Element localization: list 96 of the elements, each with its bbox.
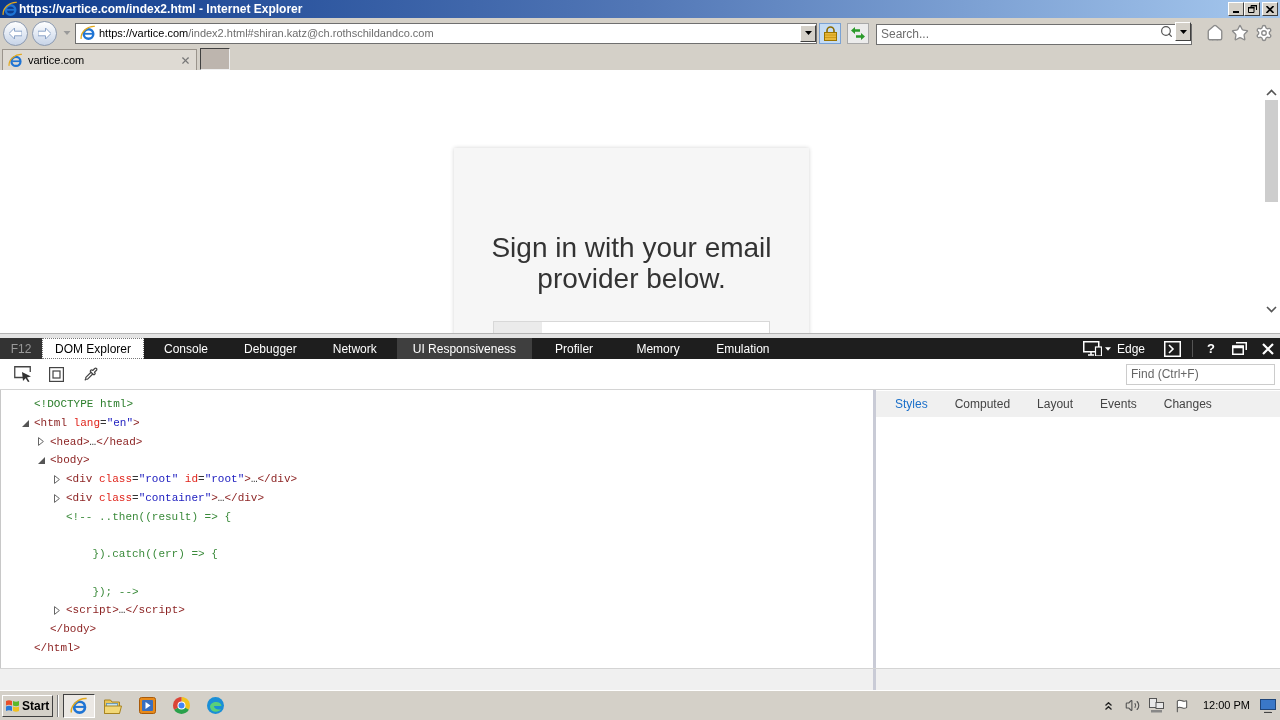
cursor-in-box-icon <box>14 366 32 382</box>
dom-node[interactable]: <div class="root" id="root">…</div> <box>66 470 298 489</box>
url-text: https://vartice.com/index2.html#shiran.katz@ch.rothschildandco.com <box>99 27 434 39</box>
dom-node[interactable]: </html> <box>34 638 81 658</box>
styles-pane-tab[interactable]: Layout <box>1037 395 1074 413</box>
show-hidden-icons-button[interactable] <box>1104 701 1112 710</box>
wave-logo-icon <box>206 697 224 714</box>
home-button[interactable] <box>1206 24 1224 42</box>
eyedropper-icon <box>84 367 98 381</box>
dom-node[interactable]: <html lang="en"> <box>34 413 140 433</box>
favorites-button[interactable] <box>1231 24 1249 42</box>
address-dropdown-button[interactable] <box>800 24 816 42</box>
styles-pane-tab[interactable]: Styles <box>895 395 928 413</box>
color-picker-button[interactable] <box>84 367 98 381</box>
caret-down-icon <box>1179 29 1187 34</box>
tab-title: vartice.com <box>28 52 85 68</box>
restore-button[interactable] <box>1244 2 1260 16</box>
two-arrows-icon <box>851 26 865 40</box>
browser-logo-icon <box>70 696 88 715</box>
search-field[interactable]: Search... <box>876 23 1192 45</box>
triangle-right-icon[interactable] <box>54 493 60 503</box>
browser-logo-icon <box>80 25 96 41</box>
star-icon <box>1231 24 1249 42</box>
code-comment: <!-- ..then((result) => { }).catch((err) => { }); --> <box>66 509 232 600</box>
speaker-icon[interactable] <box>1124 698 1140 713</box>
styles-pane-tab[interactable]: Computed <box>954 395 1011 413</box>
arrow-left-icon <box>9 27 22 39</box>
chevron-down-icon[interactable] <box>1266 306 1277 313</box>
dom-node[interactable]: </body> <box>50 620 97 639</box>
triangle-down-icon[interactable] <box>22 419 29 427</box>
select-element-button[interactable] <box>14 366 32 382</box>
browser-logo-icon <box>2 1 18 17</box>
styles-pane-tab[interactable]: Events <box>1100 395 1137 413</box>
arrow-right-icon <box>38 27 51 39</box>
console-icon <box>1164 340 1181 357</box>
padlock-icon <box>823 25 837 41</box>
home-icon <box>1206 24 1224 42</box>
flag-icon[interactable] <box>1174 698 1189 713</box>
caret-down-icon <box>1104 346 1111 351</box>
styles-pane-tab[interactable]: Changes <box>1163 395 1212 413</box>
browser-logo-icon <box>8 52 23 68</box>
windows-flag-icon <box>5 698 20 713</box>
monitor-icon <box>1082 341 1102 356</box>
close-icon <box>1262 342 1274 355</box>
close-devtools-button[interactable] <box>1262 342 1274 355</box>
chevron-up-icon[interactable] <box>1266 89 1277 96</box>
dom-node[interactable]: <body> <box>50 451 90 470</box>
network-icon[interactable] <box>1148 698 1164 713</box>
f12-label: F12 <box>0 338 42 359</box>
close-icon <box>1266 5 1274 13</box>
dom-node[interactable]: <div class="container">…</div> <box>66 488 265 508</box>
clock-time: 12:00 PM <box>1202 698 1250 714</box>
double-chevron-up-icon <box>1104 701 1112 710</box>
emulation-mode-dropdown[interactable]: Edge <box>1080 339 1147 358</box>
restore-icon <box>1232 342 1247 355</box>
show-desktop-button[interactable] <box>1260 698 1276 713</box>
page-heading: Sign in with your email provider below. <box>490 232 773 294</box>
devtools-tab[interactable]: DOM Explorer <box>42 338 144 359</box>
scrollbar-thumb[interactable] <box>1265 100 1278 202</box>
round-logo-icon <box>172 697 190 714</box>
close-icon <box>180 54 191 66</box>
browser-tab[interactable]: vartice.com <box>2 49 197 70</box>
settings-icon <box>1255 24 1273 42</box>
highlight-elements-button[interactable] <box>49 366 64 382</box>
close-tab-button[interactable] <box>180 54 191 66</box>
compatibility-button[interactable] <box>847 22 869 44</box>
restore-icon <box>1247 5 1257 13</box>
triangle-right-icon[interactable] <box>38 437 44 447</box>
undock-button[interactable] <box>1232 342 1247 355</box>
triangle-right-icon[interactable] <box>54 474 60 484</box>
minimize-button[interactable] <box>1228 2 1244 16</box>
search-icon <box>1160 25 1173 38</box>
settings-button[interactable] <box>1255 24 1273 42</box>
search-dropdown-button[interactable] <box>1175 22 1191 41</box>
new-tab-button[interactable] <box>200 48 230 70</box>
triangle-down-icon[interactable] <box>38 457 45 465</box>
console-button[interactable] <box>1164 340 1181 357</box>
start-button[interactable]: Start <box>2 694 53 717</box>
find-field[interactable]: Find (Ctrl+F) <box>1126 363 1275 385</box>
caret-down-icon <box>804 31 812 35</box>
dom-node[interactable]: <head>…</head> <box>50 432 143 452</box>
help-button[interactable]: ? <box>1204 338 1218 359</box>
address-bar[interactable]: https://vartice.com/index2.html#shiran.katz@ch.rothschildandco.com <box>75 22 817 44</box>
minimize-icon <box>1233 11 1239 13</box>
caret-down-icon <box>62 31 71 35</box>
triangle-right-icon[interactable] <box>54 606 60 616</box>
dom-node[interactable]: <script>…</script> <box>66 601 185 620</box>
window-title: https://vartice.com/index2.html - Internet Explorer <box>19 3 303 15</box>
folder-icon <box>104 697 122 714</box>
media-player-icon <box>138 697 156 714</box>
square-in-square-icon <box>49 366 64 382</box>
taskbar-app-button[interactable] <box>63 693 95 718</box>
dom-node[interactable]: <!DOCTYPE html> <box>34 395 134 414</box>
close-button[interactable] <box>1262 2 1278 16</box>
desktop-icon <box>1260 698 1276 713</box>
devtools-tab[interactable]: UI Responsiveness <box>396 338 533 359</box>
